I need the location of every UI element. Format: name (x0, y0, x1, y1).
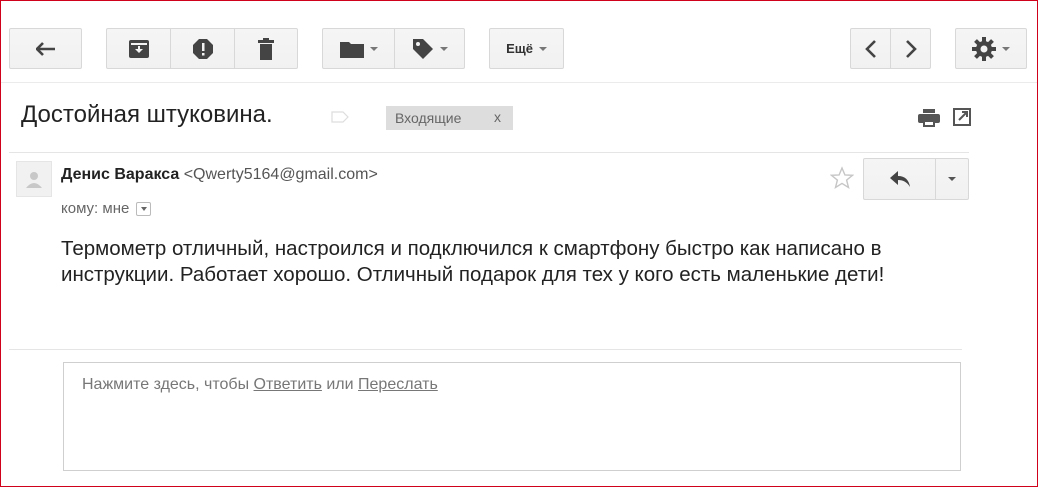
settings-button[interactable] (955, 28, 1027, 69)
chevron-right-icon (905, 39, 917, 58)
sender-line: Денис Варакса <Qwerty5164@gmail.com> (61, 166, 378, 184)
older-button[interactable] (851, 29, 890, 68)
action-group (106, 28, 298, 69)
report-spam-button[interactable] (170, 29, 234, 68)
star-icon[interactable] (830, 166, 854, 190)
quick-reply-box[interactable]: Нажмите здесь, чтобы Ответить или Пересл… (63, 362, 961, 471)
reply-arrow-icon (889, 171, 910, 187)
reply-link[interactable]: Ответить (254, 376, 322, 393)
sender-name[interactable]: Денис Варакса (61, 166, 179, 183)
reply-divider (9, 349, 962, 350)
arrow-back-icon (35, 41, 55, 56)
recipient-line: кому: мне (61, 200, 152, 217)
more-button[interactable]: Ещё (489, 28, 564, 69)
label-name: Входящие (395, 110, 462, 126)
archive-button[interactable] (107, 29, 170, 68)
reply-button[interactable] (864, 159, 935, 199)
newer-button[interactable] (890, 29, 930, 68)
trash-icon (258, 37, 274, 60)
chevron-down-icon (140, 206, 147, 211)
label-tag-icon (412, 38, 433, 59)
reply-hint-middle: или (321, 376, 359, 393)
delete-button[interactable] (234, 29, 297, 68)
chevron-down-icon (948, 177, 957, 181)
organize-group (322, 28, 465, 69)
reply-button-group (863, 158, 969, 200)
message-divider (9, 152, 969, 153)
labels-button[interactable] (394, 29, 464, 68)
person-icon (26, 172, 42, 188)
toolbar-divider (1, 82, 1037, 83)
chevron-left-icon (864, 39, 876, 58)
reply-hint: Нажмите здесь, чтобы Ответить или Пересл… (82, 376, 438, 394)
pagination-group (850, 28, 931, 69)
inbox-label-chip: Входящие x (386, 106, 513, 130)
recipient-text: кому: мне (61, 200, 130, 217)
importance-marker-icon[interactable] (331, 111, 349, 123)
back-button[interactable] (9, 28, 82, 69)
print-icon[interactable] (918, 109, 940, 127)
open-new-window-icon[interactable] (953, 108, 971, 126)
avatar (16, 161, 52, 197)
reply-hint-prefix: Нажмите здесь, чтобы (82, 376, 254, 393)
chevron-down-icon (369, 46, 378, 51)
sender-email: <Qwerty5164@gmail.com> (183, 166, 378, 183)
chevron-down-icon (1002, 46, 1010, 51)
folder-icon (339, 41, 364, 58)
move-to-button[interactable] (323, 29, 394, 68)
archive-icon (128, 39, 149, 58)
remove-label-button[interactable]: x (494, 109, 501, 125)
thread-subject: Достойная штуковина. (21, 101, 273, 128)
gear-icon (972, 36, 996, 61)
forward-link[interactable]: Переслать (358, 376, 438, 393)
more-button-label: Ещё (506, 41, 533, 56)
more-actions-button[interactable] (935, 159, 968, 199)
show-details-button[interactable] (136, 201, 152, 216)
message-body: Термометр отличный, настроился и подключ… (61, 237, 885, 286)
report-spam-icon (192, 38, 213, 59)
chevron-down-icon (538, 46, 547, 51)
chevron-down-icon (439, 46, 448, 51)
